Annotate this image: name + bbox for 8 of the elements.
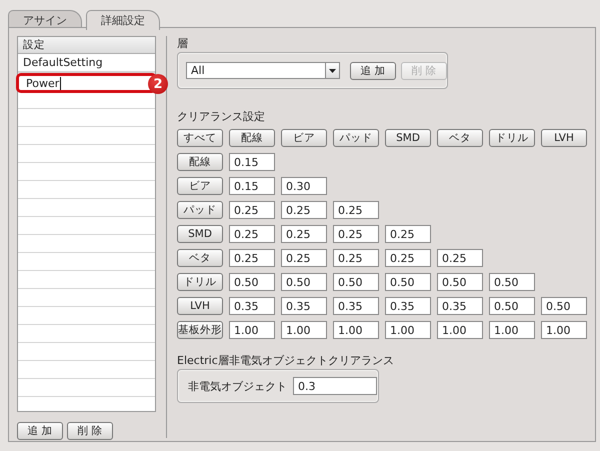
section-label: クリアランス設定 bbox=[177, 109, 266, 123]
column-header: 設定 bbox=[18, 37, 155, 54]
section-label: 層 bbox=[177, 36, 189, 50]
dropdown-value: All bbox=[191, 64, 205, 77]
section-label: Electric層非電気オブジェクトクリアランス bbox=[177, 353, 395, 367]
callout-badge: 2 bbox=[148, 74, 168, 94]
item-label: DefaultSetting bbox=[23, 56, 103, 69]
field-label: 非電気オブジェクト bbox=[188, 378, 287, 394]
